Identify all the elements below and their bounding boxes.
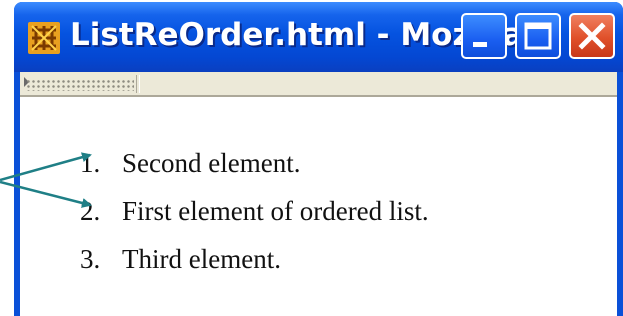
annotation-arrows bbox=[0, 152, 92, 208]
arrow-to-item-1 bbox=[0, 152, 92, 182]
arrow-to-item-2 bbox=[0, 180, 92, 208]
